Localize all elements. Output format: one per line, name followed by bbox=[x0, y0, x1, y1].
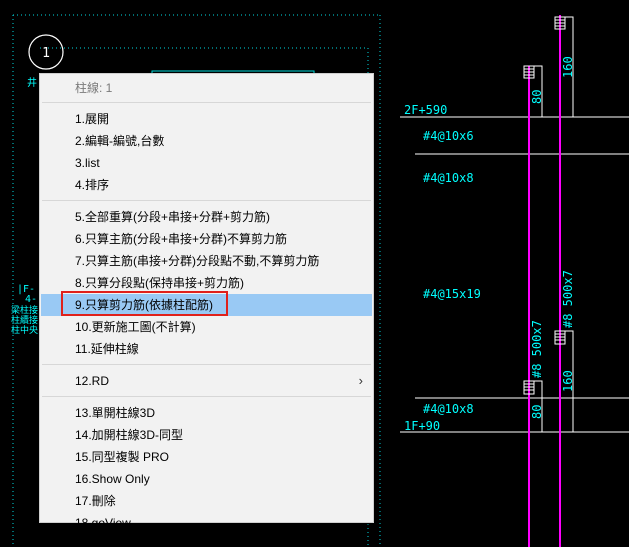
bar-label-left: #8 500x7 bbox=[530, 320, 544, 378]
left-note-5: 柱中央 bbox=[11, 324, 38, 336]
menu-separator bbox=[42, 396, 371, 397]
stirrup-note-2: #4@10x8 bbox=[423, 171, 474, 185]
dim-80-bot: 80 bbox=[530, 405, 544, 419]
menu-item-extend-column-line[interactable]: 11.延伸柱線 bbox=[40, 338, 373, 360]
menu-item-shear-bars-only[interactable]: 9.只算剪力筋(依據柱配筋) bbox=[41, 291, 372, 316]
stirrup-note-4: #4@10x8 bbox=[423, 402, 474, 416]
menu-item-show-only[interactable]: 16.Show Only bbox=[40, 468, 373, 490]
menu-item-list[interactable]: 3.list bbox=[40, 152, 373, 174]
menu-item-edit-number[interactable]: 2.編輯-編號,台數 bbox=[40, 130, 373, 152]
menu-item-delete[interactable]: 17.刪除 bbox=[40, 490, 373, 512]
menu-item-sort[interactable]: 4.排序 bbox=[40, 174, 373, 196]
menu-item-goview[interactable]: 18.goView bbox=[40, 512, 373, 534]
dim-80-top: 80 bbox=[530, 90, 544, 104]
stirrup-note-3: #4@15x19 bbox=[423, 287, 481, 301]
menu-item-recalculate-all[interactable]: 5.全部重算(分段+串接+分群+剪力筋) bbox=[40, 206, 373, 228]
dim-160-top: 160 bbox=[561, 56, 575, 78]
dim-160-bot: 160 bbox=[561, 370, 575, 392]
bar-label-right: #8 500x7 bbox=[561, 270, 575, 328]
context-menu[interactable]: 柱線: 1 1.展開 2.編輯-編號,台數 3.list 4.排序 5.全部重算… bbox=[39, 73, 374, 530]
menu-item-rd[interactable]: 12.RD › bbox=[40, 370, 373, 392]
menu-separator bbox=[42, 102, 371, 103]
left-note-3: 梁柱接 bbox=[11, 304, 38, 316]
level-label-2f: 2F+590 bbox=[404, 103, 447, 117]
menu-header: 柱線: 1 bbox=[75, 81, 113, 95]
menu-item-main-bars-only[interactable]: 6.只算主筋(分段+串接+分群)不算剪力筋 bbox=[40, 228, 373, 250]
axis-bubble-label: 1 bbox=[42, 46, 50, 61]
menu-item-expand[interactable]: 1.展開 bbox=[40, 108, 373, 130]
left-note-4: 柱續接 bbox=[11, 314, 38, 326]
menu-item-main-bars-keep-split[interactable]: 7.只算主筋(串接+分群)分段點不動,不算剪力筋 bbox=[40, 250, 373, 272]
level-label-1f: 1F+90 bbox=[404, 419, 440, 433]
menu-item-update-drawing[interactable]: 10.更新施工圖(不計算) bbox=[40, 316, 373, 338]
menu-separator bbox=[42, 200, 371, 201]
menu-item-open-3d[interactable]: 13.單開柱線3D bbox=[40, 402, 373, 424]
menu-separator bbox=[42, 364, 371, 365]
left-note-2: 4- bbox=[25, 294, 37, 305]
menu-item-copy-same-type-pro[interactable]: 15.同型複製 PRO bbox=[40, 446, 373, 468]
stirrup-note-1: #4@10x6 bbox=[423, 129, 474, 143]
menu-item-open-3d-same-type[interactable]: 14.加開柱線3D-同型 bbox=[40, 424, 373, 446]
chevron-right-icon: › bbox=[358, 373, 363, 388]
menu-item-rd-label: 12.RD bbox=[75, 374, 110, 388]
